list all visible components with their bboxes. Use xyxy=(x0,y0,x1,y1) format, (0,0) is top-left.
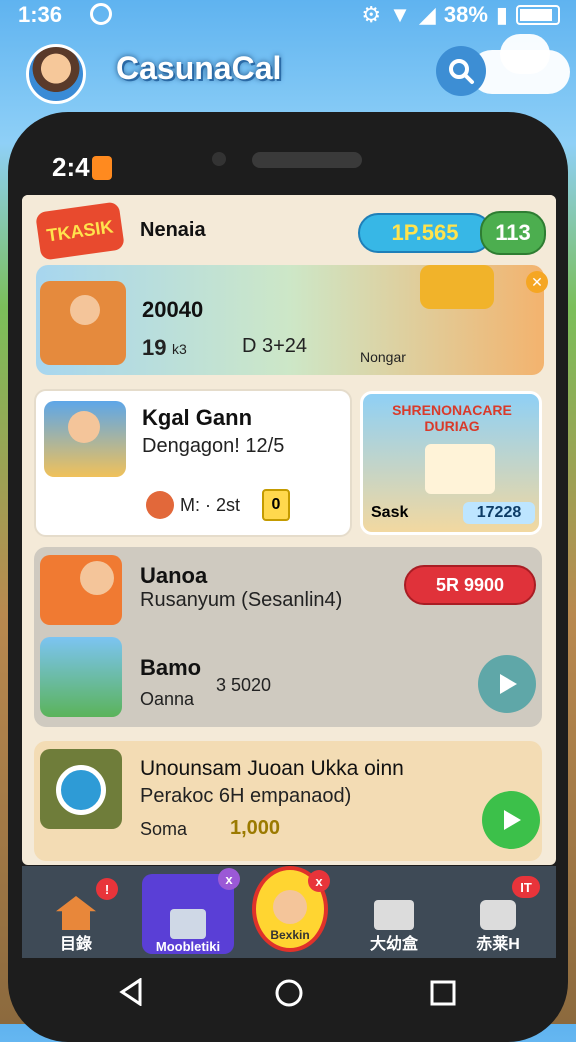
nav-modules-badge: x xyxy=(218,868,240,890)
signal-icon: ◢ xyxy=(418,2,436,27)
signal-bars-icon: ▮ xyxy=(495,2,508,27)
nav-shop-label: 大幼盒 xyxy=(369,936,418,953)
character-mascot-icon xyxy=(420,265,494,309)
list-item-2-value: 3 5020 xyxy=(216,675,272,695)
bottom-nav: 目錄 ! Moobletiki x Bexkin x 大幼盒 赤莱H IT xyxy=(22,866,556,958)
phone-screen: TKASIK Nenaia 1P.565 113 20040 19 k3 D 3… xyxy=(22,195,556,865)
app-title: CasunaCal xyxy=(116,50,282,86)
list-item-2-subtitle: Oanna xyxy=(140,689,195,709)
feature-banner[interactable]: 20040 19 k3 D 3+24 Nongar ✕ xyxy=(36,265,548,375)
banner-stat-a: 19 xyxy=(142,335,167,360)
game-meta: M: · 2st xyxy=(180,495,241,515)
play-icon xyxy=(504,810,521,830)
settings-icon: ⚙ xyxy=(361,2,382,27)
list-item-3-title: Unounsam Juoan Ukka oinn xyxy=(140,757,404,780)
banner-stat-a-suffix: k3 xyxy=(172,341,187,357)
coins-counter[interactable]: 1P.565 xyxy=(358,213,492,253)
game-logo: TKASIK xyxy=(35,201,125,261)
list-item-3-value: 1,000 xyxy=(230,817,281,839)
phone-time: 2:4 xyxy=(52,152,90,182)
game-title: Kgal Gann xyxy=(142,405,253,430)
banner-stat-b: D 3+24 xyxy=(242,335,308,357)
close-icon[interactable]: ✕ xyxy=(526,271,548,293)
meta-badge: 0 xyxy=(262,489,290,521)
character-icon xyxy=(68,411,100,443)
notification-icon xyxy=(92,156,112,180)
nav-modules[interactable]: Moobletiki x xyxy=(142,868,240,954)
nav-shop[interactable]: 大幼盒 xyxy=(348,874,440,954)
nav-home-badge: ! xyxy=(96,878,118,900)
list-item-3-subtitle: Perakoc 6H empanaod) xyxy=(140,785,352,807)
wifi-icon: ▼ xyxy=(389,2,411,27)
profile-bar: TKASIK Nenaia 1P.565 113 xyxy=(22,195,556,263)
promo-left-stat: Sask xyxy=(371,504,409,521)
camera xyxy=(212,152,226,166)
list-item-3-meta: Soma xyxy=(140,819,188,839)
avatar[interactable] xyxy=(26,44,86,104)
nav-home-label: 目錄 xyxy=(59,936,92,953)
play-button[interactable] xyxy=(478,655,536,713)
status-right: ⚙ ▼ ◢ 38% ▮ xyxy=(361,2,560,28)
list-item-1-title: Uanoa xyxy=(140,563,208,588)
list-thumb-2 xyxy=(40,637,122,717)
mascot-icon xyxy=(146,491,174,519)
play-icon xyxy=(500,674,517,694)
game-card[interactable]: Kgal Gann Dengagon! 12/5 M: · 2st 0 xyxy=(34,389,352,537)
grid-icon xyxy=(480,900,516,930)
list-item-2-title: Bamo xyxy=(140,655,202,680)
nav-more-badge: IT xyxy=(512,876,540,898)
cloud xyxy=(500,34,550,74)
banner-score: 20040 xyxy=(142,297,204,322)
box-icon xyxy=(374,900,414,930)
system-nav xyxy=(60,962,520,1022)
home-icon xyxy=(56,896,96,930)
record-icon xyxy=(90,3,112,25)
banner-label: Nongar xyxy=(360,349,406,365)
nav-profile-label: Bexkin xyxy=(270,928,310,942)
search-button[interactable] xyxy=(436,46,486,96)
status-bar: 1:36 ⚙ ▼ ◢ 38% ▮ xyxy=(0,0,576,30)
nav-more-label: 赤莱H xyxy=(476,936,520,953)
promo-card[interactable]: SHRENONACARE DURIAG Sask 17228 xyxy=(360,391,542,535)
list-item-card[interactable]: Unounsam Juoan Ukka oinn Perakoc 6H empa… xyxy=(34,741,542,861)
list-section: Uanoa Rusanyum (Sesanlin4) 5R 9900 Bamo … xyxy=(34,547,542,727)
nav-more[interactable]: 赤莱H IT xyxy=(452,874,544,954)
promo-right-stat: 17228 xyxy=(463,502,535,524)
search-icon xyxy=(449,59,474,84)
gems-counter[interactable]: 113 xyxy=(480,211,546,255)
nav-modules-label: Moobletiki xyxy=(155,939,221,954)
recents-icon[interactable] xyxy=(430,980,456,1006)
avatar xyxy=(273,890,307,924)
battery-icon xyxy=(516,5,560,25)
promo-title: SHRENONACARE DURIAG xyxy=(392,402,512,434)
monitor-icon xyxy=(170,909,206,939)
purchase-button[interactable]: 5R 9900 xyxy=(404,565,536,605)
play-button[interactable] xyxy=(482,791,540,849)
list-item-1-subtitle: Rusanyum (Sesanlin4) xyxy=(140,589,343,611)
target-icon xyxy=(56,765,106,815)
game-subtitle: Dengagon! 12/5 xyxy=(142,435,285,457)
nav-profile[interactable]: Bexkin x xyxy=(252,866,330,952)
speaker xyxy=(252,152,362,168)
profile-name: Nenaia xyxy=(140,219,206,241)
nav-home[interactable]: 目錄 ! xyxy=(30,874,122,954)
character-icon xyxy=(80,561,114,595)
list-thumb-1 xyxy=(40,555,122,625)
nav-profile-badge: x xyxy=(308,870,330,892)
character-icon xyxy=(70,295,100,325)
battery-text: 38% xyxy=(443,2,488,27)
home-circle-icon[interactable] xyxy=(274,978,304,1008)
game-thumb xyxy=(44,401,126,477)
back-icon[interactable] xyxy=(118,978,146,1006)
banner-thumb xyxy=(40,281,126,365)
list-thumb-3 xyxy=(40,749,122,829)
status-time: 1:36 xyxy=(18,2,63,27)
house-icon xyxy=(425,444,495,494)
